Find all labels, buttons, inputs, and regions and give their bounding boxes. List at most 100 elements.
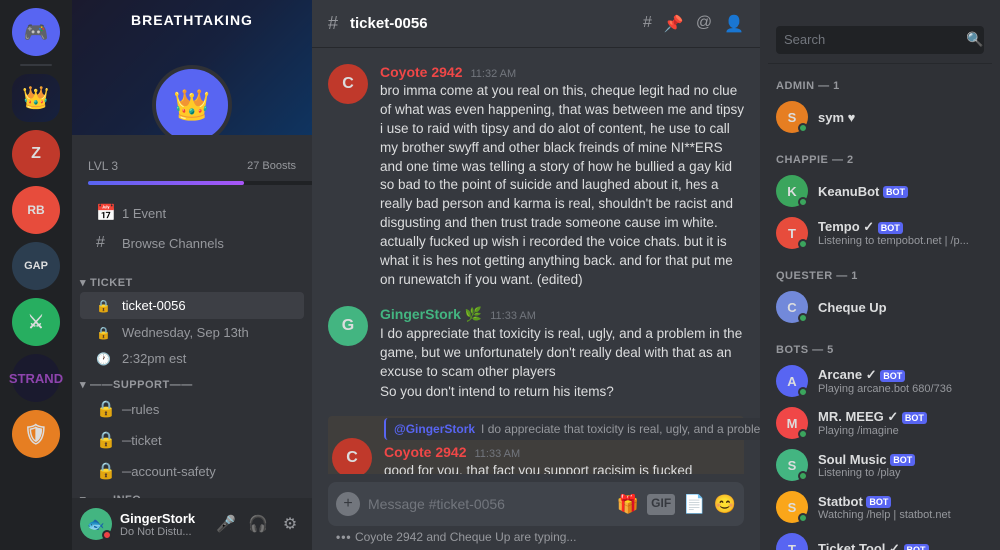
statbot-icon: S [788, 500, 797, 515]
member-cheque-up[interactable]: C Cheque Up [768, 286, 992, 328]
member-info-mrmeeg: MR. MEEG ✓ BOT Playing /imagine [818, 409, 984, 437]
member-info-cheque: Cheque Up [818, 300, 984, 315]
add-attachment-button[interactable]: + [336, 492, 360, 516]
threads-icon[interactable]: # [643, 14, 652, 34]
event-link[interactable]: 📅 1 Event [80, 198, 304, 228]
message-timestamp-2: 11:33 AM [490, 310, 536, 322]
chat-input-actions: 🎁 GIF 📄 😊 [617, 494, 736, 515]
user-status-label: Do Not Distu... [120, 526, 204, 538]
hashtag-icon: # [96, 234, 116, 252]
member-keanubot[interactable]: K KeanuBot BOT [768, 170, 992, 212]
reply-author: @GingerStork [394, 422, 475, 436]
pin-icon[interactable]: 📌 [664, 14, 684, 34]
server-icon-rb[interactable]: RB [12, 186, 60, 234]
member-soulmusic[interactable]: S Soul Music BOT Listening to /play [768, 444, 992, 486]
category-ticket[interactable]: ▾ TICKET [72, 270, 312, 291]
soulmusic-icon: S [788, 458, 797, 473]
channel-date[interactable]: 🔒 Wednesday, Sep 13th [80, 320, 304, 345]
channel-time-label: 2:32pm est [122, 351, 296, 366]
message-avatar-coyote: C [328, 64, 368, 104]
lock-icon-rules: 🔒 [96, 399, 116, 419]
member-name-soulmusic: Soul Music BOT [818, 452, 984, 467]
sticker-icon[interactable]: 📄 [683, 494, 705, 515]
member-status-tempo: Listening to tempobot.net | /p... [818, 235, 984, 247]
settings-button[interactable]: ⚙ [276, 510, 304, 538]
channel-ticket-general[interactable]: 🔒 ─ticket [80, 425, 304, 455]
message-header-3: Coyote 2942 11:33 AM [384, 444, 760, 460]
gift-icon[interactable]: 🎁 [617, 494, 639, 515]
members-sidebar: 🔍 ADMIN — 1 S sym ♥ CHAPPIE — 2 K [760, 0, 1000, 550]
message-avatar-ginger-1: G [328, 306, 368, 346]
mic-button[interactable]: 🎤 [212, 510, 240, 538]
category-info[interactable]: ▾ ——INFO—— [72, 487, 312, 498]
lock-icon-account: 🔒 [96, 461, 116, 481]
member-statbot[interactable]: S Statbot BOT Watching /help | statbot.n… [768, 486, 992, 528]
emoji-icon[interactable]: 😊 [714, 494, 736, 515]
message-header-1: Coyote 2942 11:32 AM [380, 64, 744, 80]
server-icon-discord[interactable]: 🎮 [12, 8, 60, 56]
reply-block: @GingerStork I do appreciate that toxici… [384, 418, 760, 440]
message-input[interactable] [368, 496, 609, 512]
member-tempo[interactable]: T Tempo ✓ BOT Listening to tempobot.net … [768, 212, 992, 254]
member-sym[interactable]: S sym ♥ [768, 96, 992, 138]
member-tickettool[interactable]: T Ticket Tool ✓ BOT [768, 528, 992, 550]
keanubot-status-dot [798, 197, 808, 207]
headset-button[interactable]: 🎧 [244, 510, 272, 538]
browse-channels-link[interactable]: # Browse Channels [80, 229, 304, 257]
typing-indicator: ••• Coyote 2942 and Cheque Up are typing… [328, 526, 744, 546]
channel-rules[interactable]: 🔒 ─rules [80, 394, 304, 424]
channel-account-safety-label: ─account-safety [122, 464, 296, 479]
boost-count: 27 Boosts [247, 160, 296, 172]
soulmusic-status-dot [798, 471, 808, 481]
server-icon-shield[interactable]: 🛡 [12, 410, 60, 458]
server-icon-osrs[interactable]: ⚔ [12, 298, 60, 346]
channel-date-label: Wednesday, Sep 13th [122, 325, 296, 340]
member-info-statbot: Statbot BOT Watching /help | statbot.net [818, 494, 984, 521]
server-banner-avatar: 👑 [152, 65, 232, 135]
members-icon[interactable]: 👤 [724, 14, 744, 34]
server-icon-strand[interactable]: STRAND [12, 354, 60, 402]
chat-header: # ticket-0056 # 📌 @ 👤 [312, 0, 760, 48]
message-content-2: GingerStork 🌿 11:33 AM I do appreciate t… [380, 306, 744, 403]
server-icon-breathtaking[interactable]: 👑 [12, 74, 60, 122]
server-banner-title: BREATHTAKING [72, 12, 312, 28]
member-arcane[interactable]: A Arcane ✓ BOT Playing arcane.bot 680/73… [768, 360, 992, 402]
channel-rules-label: ─rules [122, 402, 296, 417]
user-avatar-icon: 🐟 [87, 516, 104, 533]
server-icon-z[interactable]: Z [12, 130, 60, 178]
search-box: 🔍 [776, 26, 984, 54]
server-icon-gap[interactable]: GAP [12, 242, 60, 290]
chat-header-actions: # 📌 @ 👤 [643, 14, 744, 34]
level-badge: LVL 3 27 Boosts [72, 155, 312, 177]
user-display-name: GingerStork [120, 511, 204, 526]
member-avatar-statbot: S [776, 491, 808, 523]
lock-icon-ticket: 🔒 [96, 430, 116, 450]
level-bar-container [88, 181, 328, 185]
message-author-coyote-2: Coyote 2942 [384, 444, 466, 460]
member-section-header-bots: BOTS — 5 [768, 336, 992, 360]
channel-sidebar: BREATHTAKING 👑 LVL 3 27 Boosts 📅 1 Event… [72, 0, 312, 550]
category-support-label: ——SUPPORT—— [90, 379, 193, 391]
message-group-3-highlighted: C @GingerStork I do appreciate that toxi… [328, 416, 744, 474]
category-support[interactable]: ▾ ——SUPPORT—— [72, 372, 312, 393]
member-info-tempo: Tempo ✓ BOT Listening to tempobot.net | … [818, 219, 984, 247]
channel-time[interactable]: 🕐 2:32pm est [80, 346, 304, 371]
message-text-2: I do appreciate that toxicity is real, u… [380, 325, 744, 382]
member-name-tempo: Tempo ✓ BOT [818, 219, 984, 235]
gif-button[interactable]: GIF [647, 494, 675, 515]
channel-account-safety[interactable]: 🔒 ─account-safety [80, 456, 304, 486]
mention-icon[interactable]: @ [696, 14, 712, 34]
event-label: 1 Event [122, 206, 296, 221]
channel-ticket-0056[interactable]: 🔒 ticket-0056 ⚙ [80, 292, 304, 319]
member-mrmeeg[interactable]: M MR. MEEG ✓ BOT Playing /imagine [768, 402, 992, 444]
user-status-dot [102, 530, 112, 540]
search-input[interactable] [784, 32, 960, 47]
member-avatar-sym: S [776, 101, 808, 133]
channel-quick-links: 📅 1 Event # Browse Channels [72, 193, 312, 262]
typing-text: Coyote 2942 and Cheque Up are typing... [355, 530, 576, 544]
members-search-header: 🔍 [768, 16, 992, 64]
arcane-status-dot [798, 387, 808, 397]
member-name-tickettool: Ticket Tool ✓ BOT [818, 541, 984, 550]
member-section-admin: ADMIN — 1 S sym ♥ [768, 72, 992, 138]
clock-icon: 🕐 [96, 352, 116, 366]
